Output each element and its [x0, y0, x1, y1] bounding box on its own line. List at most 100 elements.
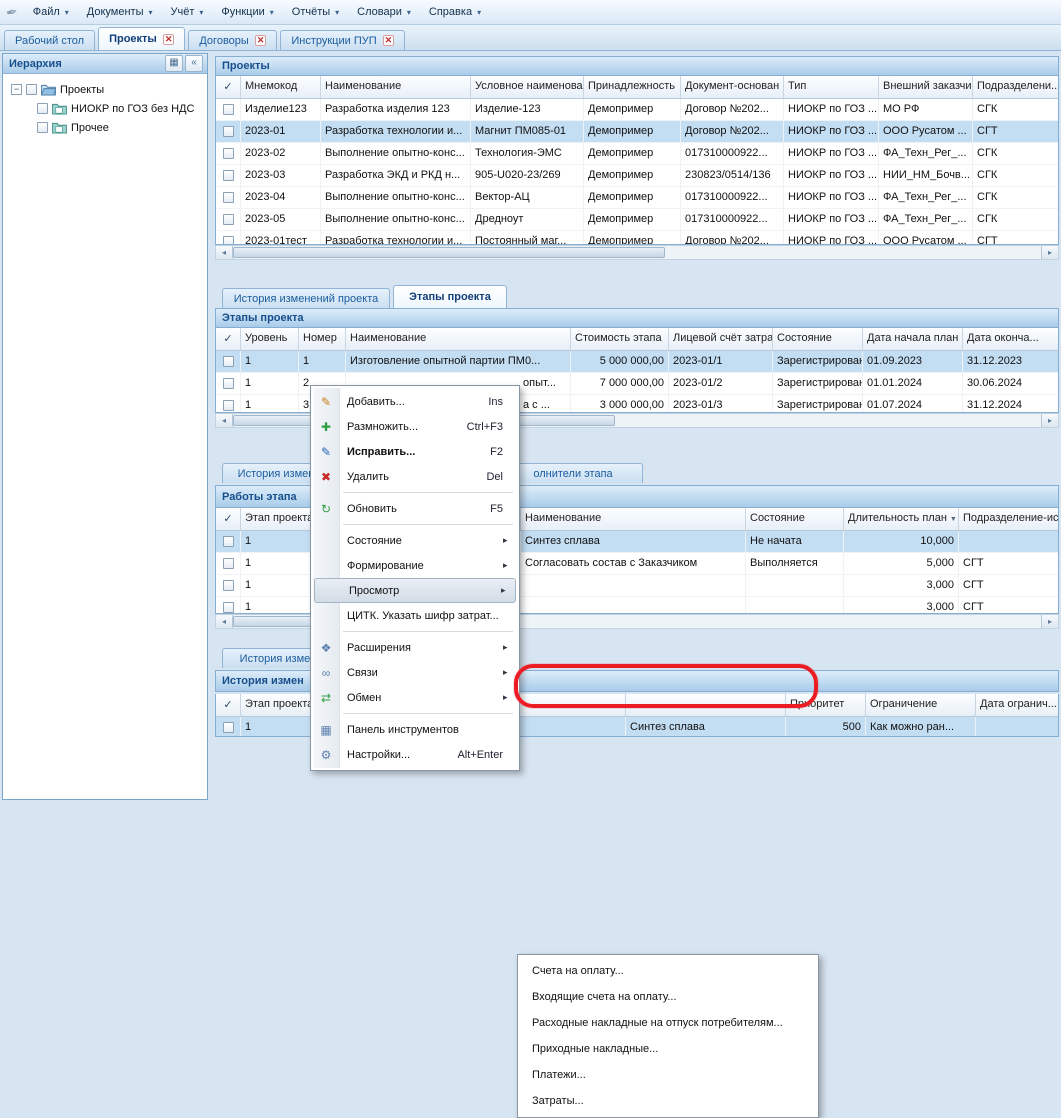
tree-checkbox[interactable] — [26, 84, 37, 95]
menu-item[interactable]: ✚Размножить...Ctrl+F3 — [313, 414, 517, 439]
scroll-left-icon[interactable]: ◂ — [216, 246, 233, 259]
row-checkbox[interactable] — [223, 722, 234, 733]
menu-item[interactable]: ✎Исправить...F2 — [313, 439, 517, 464]
tab-desktop[interactable]: Рабочий стол — [4, 30, 95, 50]
table-row[interactable]: 2023-01Разработка технологии и...Магнит … — [216, 121, 1058, 143]
scroll-right-icon[interactable]: ▸ — [1041, 414, 1058, 427]
sidebar-grid-button[interactable]: ▦ — [165, 55, 183, 72]
column-header[interactable]: Номер — [299, 328, 346, 350]
menubar-item-documents[interactable]: Документы▾ — [78, 3, 162, 21]
column-header[interactable]: Тип — [784, 76, 879, 98]
tree-checkbox[interactable] — [37, 103, 48, 114]
row-checkbox[interactable] — [223, 536, 234, 547]
row-checkbox[interactable] — [223, 378, 234, 389]
menu-item[interactable]: ⇄Обмен▸ — [313, 685, 517, 710]
expander-icon[interactable]: − — [11, 84, 22, 95]
column-header[interactable]: Лицевой счёт затрат — [669, 328, 773, 350]
column-header[interactable]: Условное наименова — [471, 76, 584, 98]
menu-item[interactable]: ▦Панель инструментов — [313, 717, 517, 742]
row-checkbox[interactable] — [223, 126, 234, 137]
column-header[interactable]: Принадлежность — [584, 76, 681, 98]
column-header[interactable]: Мнемокод — [241, 76, 321, 98]
table-row[interactable]: 11Изготовление опытной партии ПМ0...5 00… — [216, 351, 1058, 373]
menubar-item-reports[interactable]: Отчёты▾ — [283, 3, 348, 21]
check-all-header[interactable]: ✓ — [216, 508, 241, 530]
column-header[interactable]: Состояние — [773, 328, 863, 350]
table-row[interactable]: 2023-02Выполнение опытно-конс...Технолог… — [216, 143, 1058, 165]
column-header[interactable]: Наименование — [346, 328, 571, 350]
check-all-header[interactable]: ✓ — [216, 76, 241, 98]
menu-item[interactable]: ∞Связи▸ — [313, 660, 517, 685]
check-all-header[interactable]: ✓ — [216, 328, 241, 350]
table-row[interactable]: 2023-04Выполнение опытно-конс...Вектор-А… — [216, 187, 1058, 209]
menubar-item-functions[interactable]: Функции▾ — [212, 3, 282, 21]
scroll-right-icon[interactable]: ▸ — [1041, 615, 1058, 628]
sidebar-collapse-button[interactable]: « — [185, 55, 203, 72]
column-header[interactable]: Наименование — [521, 508, 746, 530]
column-header[interactable]: Подразделени... — [973, 76, 1059, 98]
menu-item[interactable]: Расходные накладные на отпуск потребител… — [520, 1010, 816, 1036]
table-row[interactable]: 2023-05Выполнение опытно-конс...Дредноут… — [216, 209, 1058, 231]
scroll-track[interactable] — [615, 414, 1041, 427]
menu-item[interactable]: ↻ОбновитьF5 — [313, 496, 517, 521]
menubar-item-file[interactable]: Файл▾ — [24, 3, 78, 21]
menubar-item-accounting[interactable]: Учёт▾ — [162, 3, 213, 21]
table-row[interactable]: 2023-01тестРазработка технологии и...Пос… — [216, 231, 1058, 245]
column-header[interactable] — [626, 694, 786, 716]
column-header[interactable]: Длительность план▼ — [844, 508, 959, 530]
menu-item[interactable]: Состояние▸ — [313, 528, 517, 553]
scroll-left-icon[interactable]: ◂ — [216, 414, 233, 427]
row-checkbox[interactable] — [223, 192, 234, 203]
menu-item[interactable]: Приходные накладные... — [520, 1036, 816, 1062]
tree-node-niokr[interactable]: НИОКР по ГОЗ без НДС — [3, 99, 207, 118]
row-checkbox[interactable] — [223, 148, 234, 159]
menu-item[interactable]: Затраты... — [520, 1088, 816, 1114]
menu-item[interactable]: Просмотр▸ — [314, 578, 516, 603]
scroll-thumb[interactable] — [233, 247, 665, 258]
column-header[interactable]: Документ-основан — [681, 76, 784, 98]
menu-item[interactable]: ✎Добавить...Ins — [313, 389, 517, 414]
menu-item[interactable]: Формирование▸ — [313, 553, 517, 578]
column-header[interactable]: Наименование — [321, 76, 471, 98]
tree-checkbox[interactable] — [37, 122, 48, 133]
menubar-item-dictionaries[interactable]: Словари▾ — [348, 3, 420, 21]
menu-item[interactable]: ⚙Настройки...Alt+Enter — [313, 742, 517, 767]
menu-item[interactable]: ✖УдалитьDel — [313, 464, 517, 489]
tab-project-stages[interactable]: Этапы проекта — [393, 285, 507, 308]
row-checkbox[interactable] — [223, 602, 234, 613]
tab-projects[interactable]: Проекты✕ — [98, 27, 185, 50]
tab-project-history[interactable]: История изменений проекта — [222, 288, 390, 308]
table-row[interactable]: 2023-03Разработка ЭКД и РКД н...905-U020… — [216, 165, 1058, 187]
column-header[interactable]: Внешний заказчик — [879, 76, 973, 98]
menu-item[interactable]: Счета на оплату... — [520, 958, 816, 984]
row-checkbox[interactable] — [223, 558, 234, 569]
tab-close-icon[interactable]: ✕ — [163, 34, 175, 45]
row-checkbox[interactable] — [223, 104, 234, 115]
row-checkbox[interactable] — [223, 236, 234, 245]
column-header[interactable]: Дата начала план — [863, 328, 963, 350]
row-checkbox[interactable] — [223, 170, 234, 181]
menubar-item-help[interactable]: Справка▾ — [420, 3, 490, 21]
tab-stage-executors[interactable]: олнители этапа — [503, 463, 643, 483]
tree-node-other[interactable]: Прочее — [3, 118, 207, 137]
column-header[interactable]: Дата оконча... — [963, 328, 1059, 350]
scroll-track[interactable] — [495, 615, 1041, 628]
scroll-left-icon[interactable]: ◂ — [216, 615, 233, 628]
tab-close-icon[interactable]: ✕ — [383, 35, 395, 46]
menu-item[interactable]: Платежи... — [520, 1062, 816, 1088]
scroll-right-icon[interactable]: ▸ — [1041, 246, 1058, 259]
row-checkbox[interactable] — [223, 214, 234, 225]
table-row[interactable]: Изделие123Разработка изделия 123Изделие-… — [216, 99, 1058, 121]
row-checkbox[interactable] — [223, 356, 234, 367]
menu-item[interactable]: ЦИТК. Указать шифр затрат... — [313, 603, 517, 628]
tree-node-projects[interactable]: − Проекты — [3, 80, 207, 99]
column-header[interactable]: Уровень — [241, 328, 299, 350]
row-checkbox[interactable] — [223, 400, 234, 411]
check-all-header[interactable]: ✓ — [216, 694, 241, 716]
column-header[interactable]: Подразделение-исп... — [959, 508, 1059, 530]
row-checkbox[interactable] — [223, 580, 234, 591]
column-header[interactable]: Дата огранич... — [976, 694, 1059, 716]
scroll-track[interactable] — [665, 246, 1041, 259]
tab-close-icon[interactable]: ✕ — [255, 35, 267, 46]
column-header[interactable]: Ограничение — [866, 694, 976, 716]
